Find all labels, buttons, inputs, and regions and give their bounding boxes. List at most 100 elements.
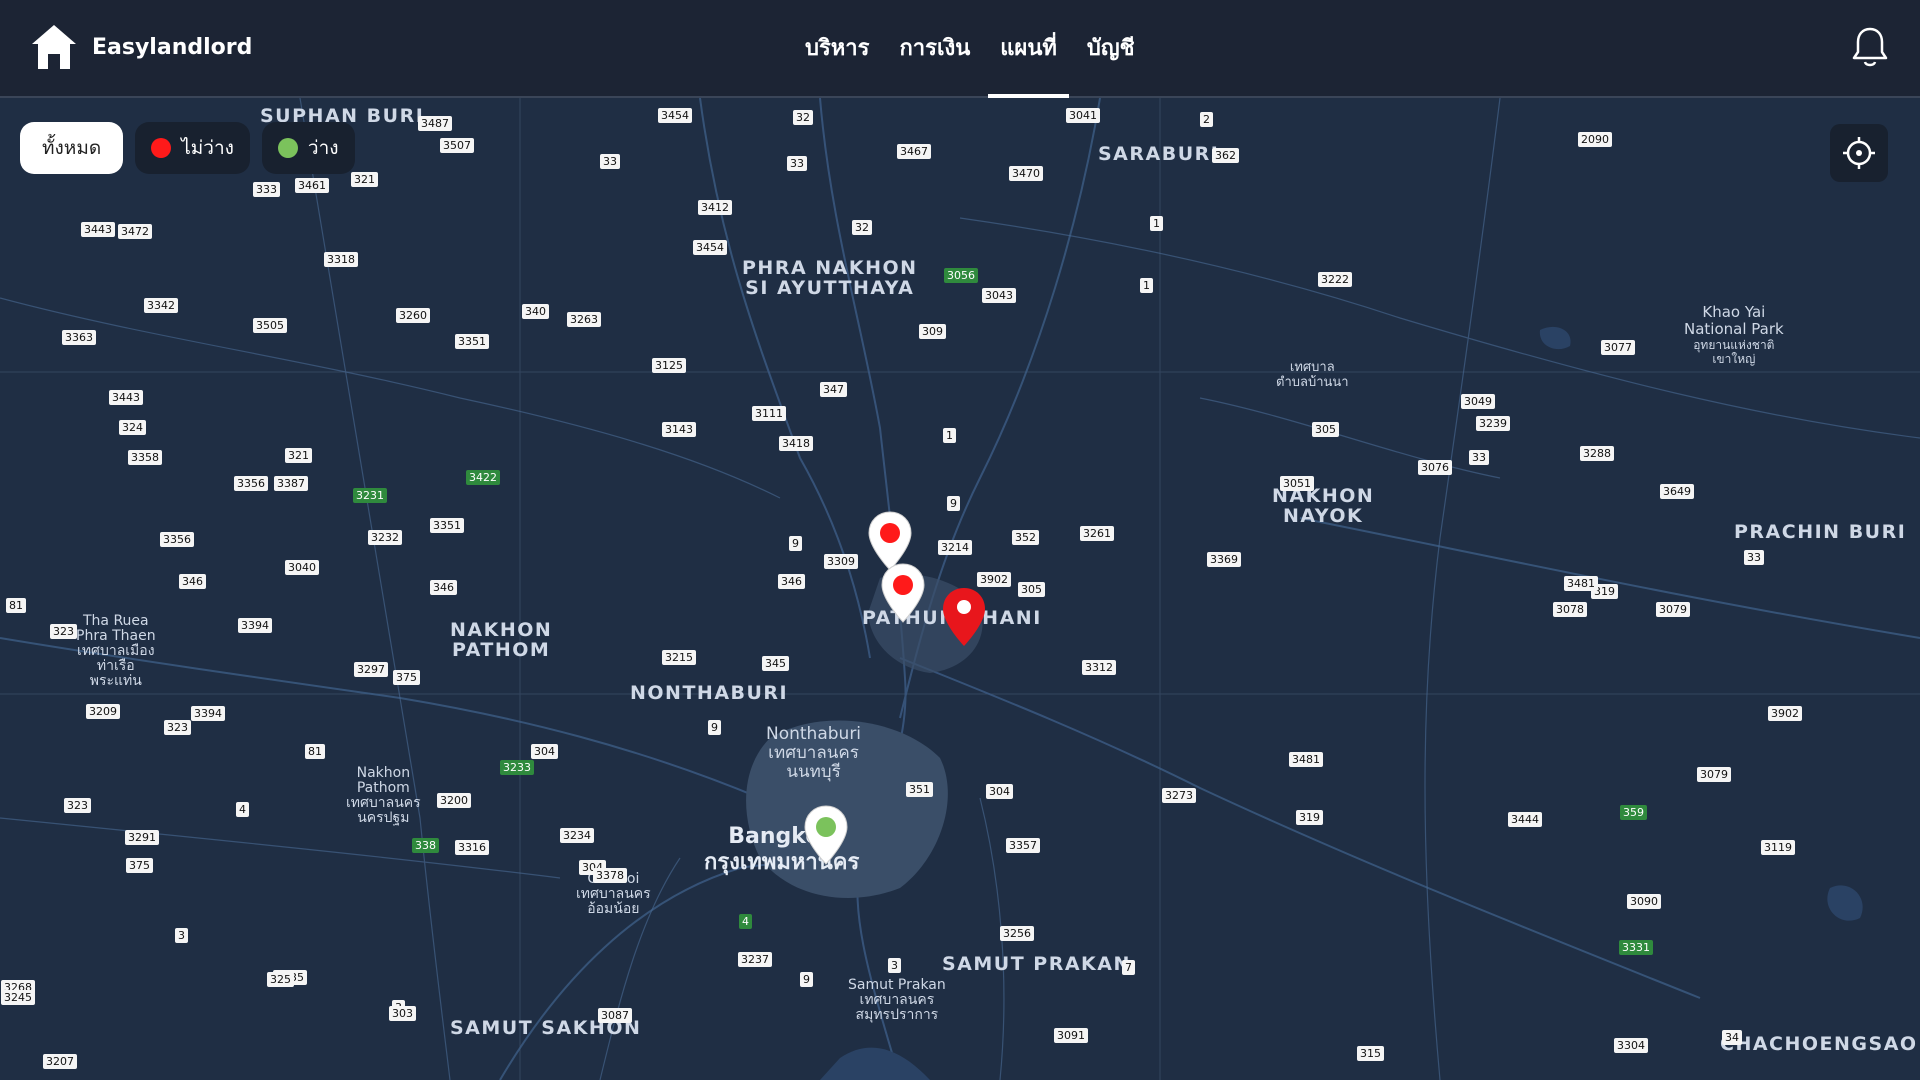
road-shield: 346 [430,580,457,595]
place-label-line: พระแท่น [89,673,142,689]
road-shield: 3079 [1697,767,1731,782]
home-icon [32,25,76,69]
road-shield: 9 [800,972,813,987]
filter-vacant-button[interactable]: ว่าง [261,122,355,174]
road-shield: 3125 [652,358,686,373]
place-label-line: เทศบาลนคร [859,992,935,1008]
vacant-dot-icon [277,138,298,158]
road-shield: 3318 [324,252,358,267]
road-shield: 305 [1312,422,1339,437]
road-shield: 3902 [1768,706,1802,721]
road-shield: 3387 [274,476,308,491]
map-pin-icon [943,588,985,646]
property-marker-occupied[interactable] [940,586,988,654]
road-shield: 3111 [752,406,786,421]
road-shield: 3233 [500,760,534,775]
road-shield: 324 [119,420,146,435]
filter-all-button[interactable]: ทั้งหมด [20,122,124,174]
crosshair-icon [1843,137,1875,169]
occupied-dot-icon [151,138,172,158]
nav-item-account[interactable]: บัญชี [1072,0,1150,98]
property-marker-occupied[interactable] [879,562,927,630]
place-label-line: นครปฐม [357,810,410,826]
road-shield: 3454 [658,108,692,123]
road-shield: 3078 [1553,602,1587,617]
road-shield: 3222 [1318,272,1352,287]
place-label-line: สมุทรปราการ [855,1007,939,1023]
road-shield: 325 [267,972,294,987]
road-shield: 3309 [824,554,858,569]
road-shield: 3443 [81,222,115,237]
road-shield: 33 [1744,550,1764,565]
road-shield: 3481 [1289,752,1323,767]
road-shield: 3291 [125,830,159,845]
region-label-line: SI AYUTTHAYA [745,277,915,299]
place-label-line: เทศบาลนคร [576,886,651,902]
bell-icon[interactable] [1850,25,1890,69]
road-shield: 347 [820,382,847,397]
filter-occupied-button[interactable]: ไม่ว่าง [135,122,250,174]
road-shield: 323 [164,720,191,735]
brand[interactable]: Easylandlord [30,22,252,72]
region-label-line: NAKHON [450,619,553,641]
place-label-line: เทศบาลนคร [346,795,421,811]
place-label-line: Tha Ruea [82,613,149,629]
road-shield: 81 [6,598,26,613]
place-label-line: ท่าเรือ [96,658,135,674]
locate-me-button[interactable] [1830,124,1888,182]
top-app-bar: Easylandlord บริหาร การเงิน แผนที่ บัญชี [0,0,1920,100]
road-shield: 3507 [440,138,474,153]
road-shield: 3091 [1054,1028,1088,1043]
place-label: Khao Yai National Park อุทยานแห่งชาติ เข… [1684,304,1784,367]
region-label: SAMUT PRAKAN [942,953,1131,975]
map-pin-icon [881,563,925,623]
road-shield: 375 [393,670,420,685]
road-shield: 309 [919,324,946,339]
road-shield: 3119 [1761,840,1795,855]
road-shield: 3357 [1006,838,1040,853]
nav-item-finance[interactable]: การเงิน [884,0,985,98]
place-label: Nonthaburi เทศบาลนคร นนทบุรี [766,725,861,782]
road-shield: 352 [1012,530,1039,545]
road-shield: 359 [1620,805,1647,820]
road-shield: 3297 [354,662,388,677]
road-shield: 33 [1469,450,1489,465]
place-label: Tha Ruea Phra Thaen เทศบาลเมือง ท่าเรือ … [76,614,156,689]
region-label-line: PHRA NAKHON [742,257,918,279]
place-label: Samut Prakan เทศบาลนคร สมุทรปราการ [848,978,946,1023]
nav-item-manage[interactable]: บริหาร [790,0,884,98]
road-shield: 3090 [1627,894,1661,909]
place-label-line: Pathom [356,780,410,796]
region-label: PHRA NAKHON SI AYUTTHAYA [742,258,918,298]
road-shield: 3356 [234,476,268,491]
place-label-line: National Park [1684,320,1784,338]
place-label-line: Samut Prakan [848,977,946,993]
road-shield: 321 [351,172,378,187]
road-shield: 3422 [466,470,500,485]
road-shield: 9 [947,496,960,511]
road-shield: 345 [762,656,789,671]
road-shield: 319 [1296,810,1323,825]
road-shield: 32 [852,220,872,235]
road-shield: 3040 [285,560,319,575]
road-shield: 32 [793,110,813,125]
road-shield: 34 [1722,1030,1742,1045]
place-label: เทศบาล ตำบลบ้านนา [1276,360,1349,390]
road-shield: 3467 [897,144,931,159]
road-shield: 3041 [1066,108,1100,123]
app-name: Easylandlord [92,34,253,60]
road-shield: 3481 [1564,576,1598,591]
road-shield: 3215 [662,650,696,665]
property-marker-vacant[interactable] [802,804,850,872]
map-view[interactable]: SUPHAN BURI SARABURI PHRA NAKHON SI AYUT… [0,98,1920,1080]
main-nav: บริหาร การเงิน แผนที่ บัญชี [790,0,1150,100]
road-shield: 3378 [593,868,627,883]
road-shield: 340 [522,304,549,319]
road-shield: 1 [1150,216,1163,231]
place-label-line: เทศบาลนคร [768,743,859,763]
road-shield: 3076 [1418,460,1452,475]
road-shield: 4 [236,802,249,817]
road-shield: 1 [943,428,956,443]
road-shield: 3342 [144,298,178,313]
nav-item-map[interactable]: แผนที่ [985,0,1072,100]
